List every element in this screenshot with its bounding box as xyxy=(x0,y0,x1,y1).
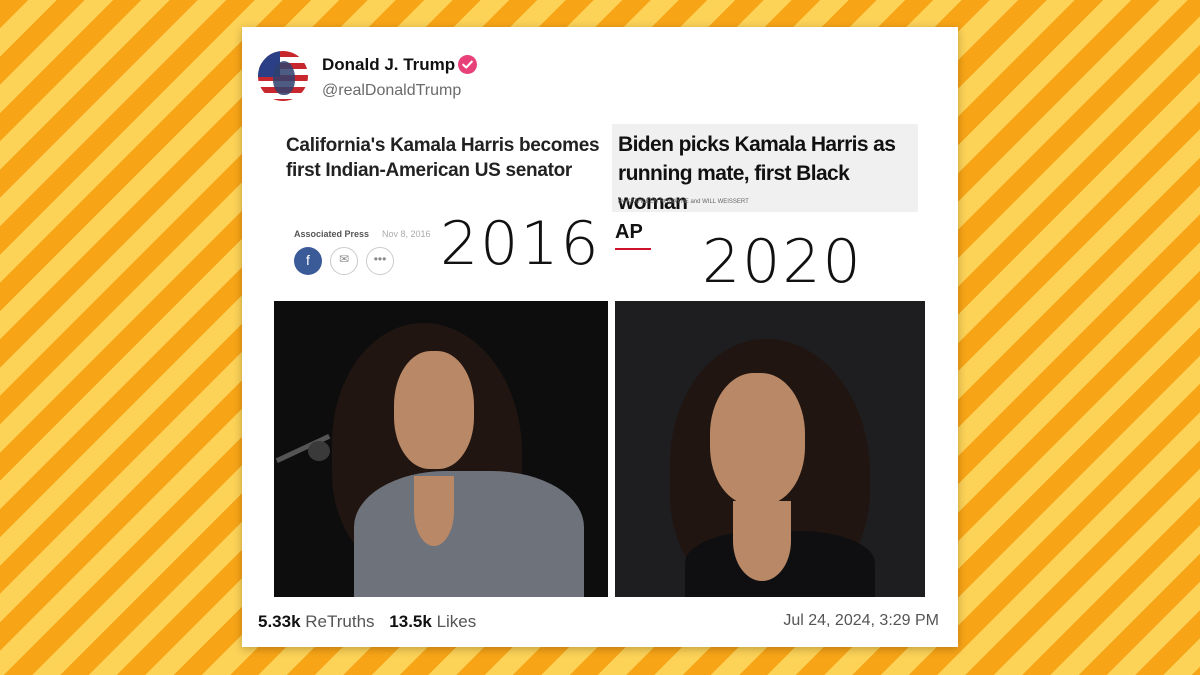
left-date: Nov 8, 2016 xyxy=(382,229,431,239)
avatar-portrait xyxy=(273,61,295,95)
suit-shape xyxy=(354,471,584,597)
post-card: Donald J. Trump @realDonaldTrump Califor… xyxy=(242,27,958,647)
ap-underline xyxy=(615,248,651,250)
more-options-icon: ••• xyxy=(366,247,394,275)
right-byline: By KATHLEEN RONAYNE and WILL WEISSERT xyxy=(618,199,749,205)
year-2016-label: 2016 xyxy=(440,209,601,279)
author-handle[interactable]: @realDonaldTrump xyxy=(322,82,461,100)
likes-label: Likes xyxy=(436,612,477,631)
author-name[interactable]: Donald J. Trump xyxy=(322,55,455,75)
post-timestamp[interactable]: Jul 24, 2024, 3:29 PM xyxy=(783,612,939,630)
photo-2016 xyxy=(274,301,608,597)
year-2020-label: 2020 xyxy=(702,227,863,297)
likes-stat[interactable]: 13.5k Likes xyxy=(389,612,476,632)
left-source: Associated Press xyxy=(294,229,370,239)
neck-shape xyxy=(414,476,454,546)
retruths-count: 5.33k xyxy=(258,612,301,631)
face-shape xyxy=(394,351,474,469)
post-image[interactable]: California's Kamala Harris becomes first… xyxy=(272,121,929,597)
retruths-label: ReTruths xyxy=(305,612,375,631)
right-headline-box: Biden picks Kamala Harris as running mat… xyxy=(612,124,918,214)
retruths-stat[interactable]: 5.33k ReTruths xyxy=(258,612,375,632)
facebook-share-icon: f xyxy=(294,247,322,275)
neck-shape xyxy=(733,501,791,581)
email-share-icon: ✉ xyxy=(330,247,358,275)
likes-count: 13.5k xyxy=(389,612,432,631)
ap-logo: AP xyxy=(615,221,643,243)
author-avatar[interactable] xyxy=(258,51,308,101)
left-headline: California's Kamala Harris becomes first… xyxy=(286,135,600,181)
microphone-head xyxy=(308,441,330,461)
verified-badge-icon xyxy=(458,55,477,74)
engagement-stats: 5.33k ReTruths 13.5k Likes xyxy=(258,612,486,632)
photo-2020 xyxy=(615,301,925,597)
face-shape xyxy=(710,373,805,505)
